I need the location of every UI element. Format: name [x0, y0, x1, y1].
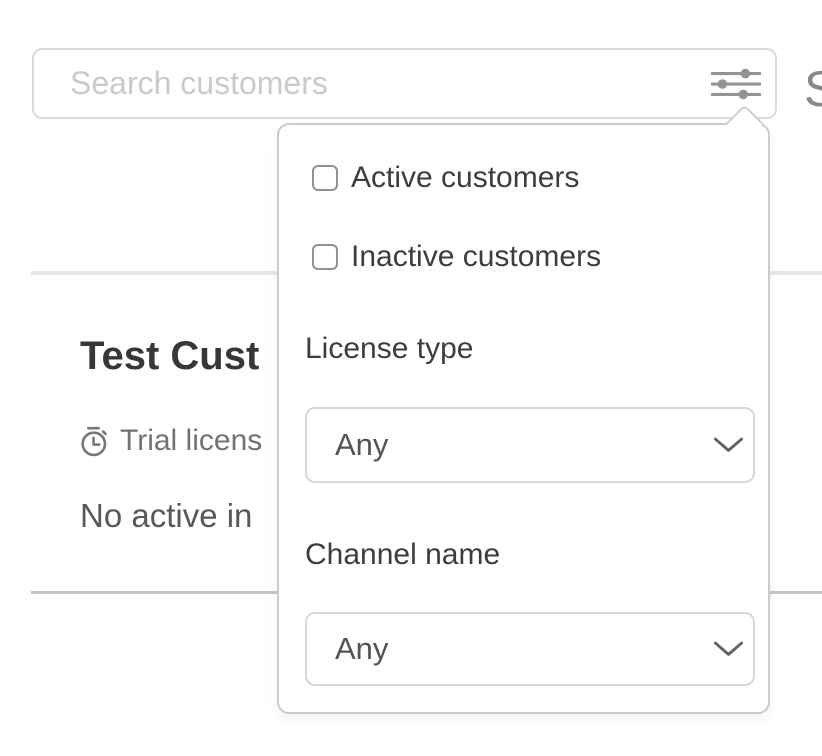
channel-name-label: Channel name — [305, 538, 500, 572]
search-bar — [32, 48, 777, 119]
customer-status-text: No active in — [80, 497, 252, 535]
checkbox-row-inactive-customers[interactable]: Inactive customers — [312, 240, 601, 274]
sliders-icon — [711, 68, 761, 100]
chevron-down-icon — [713, 641, 744, 658]
stopwatch-icon — [78, 425, 111, 458]
checkbox-label: Active customers — [351, 161, 579, 195]
filter-button[interactable] — [707, 60, 765, 108]
search-input[interactable] — [34, 50, 707, 117]
filter-popover: Active customers Inactive customers Lice… — [277, 123, 770, 714]
license-row: Trial licens — [78, 424, 262, 458]
select-value: Any — [307, 427, 388, 463]
checkbox-label: Inactive customers — [351, 240, 601, 274]
inactive-customers-checkbox[interactable] — [312, 244, 338, 270]
select-value: Any — [307, 631, 388, 667]
license-text: Trial licens — [120, 424, 262, 458]
license-type-select[interactable]: Any — [305, 407, 755, 483]
channel-name-select[interactable]: Any — [305, 612, 755, 686]
customer-title: Test Cust — [80, 334, 259, 379]
active-customers-checkbox[interactable] — [312, 165, 338, 191]
checkbox-row-active-customers[interactable]: Active customers — [312, 161, 579, 195]
license-type-label: License type — [305, 332, 473, 366]
edge-sort-text[interactable]: S — [804, 60, 822, 118]
chevron-down-icon — [713, 437, 744, 454]
